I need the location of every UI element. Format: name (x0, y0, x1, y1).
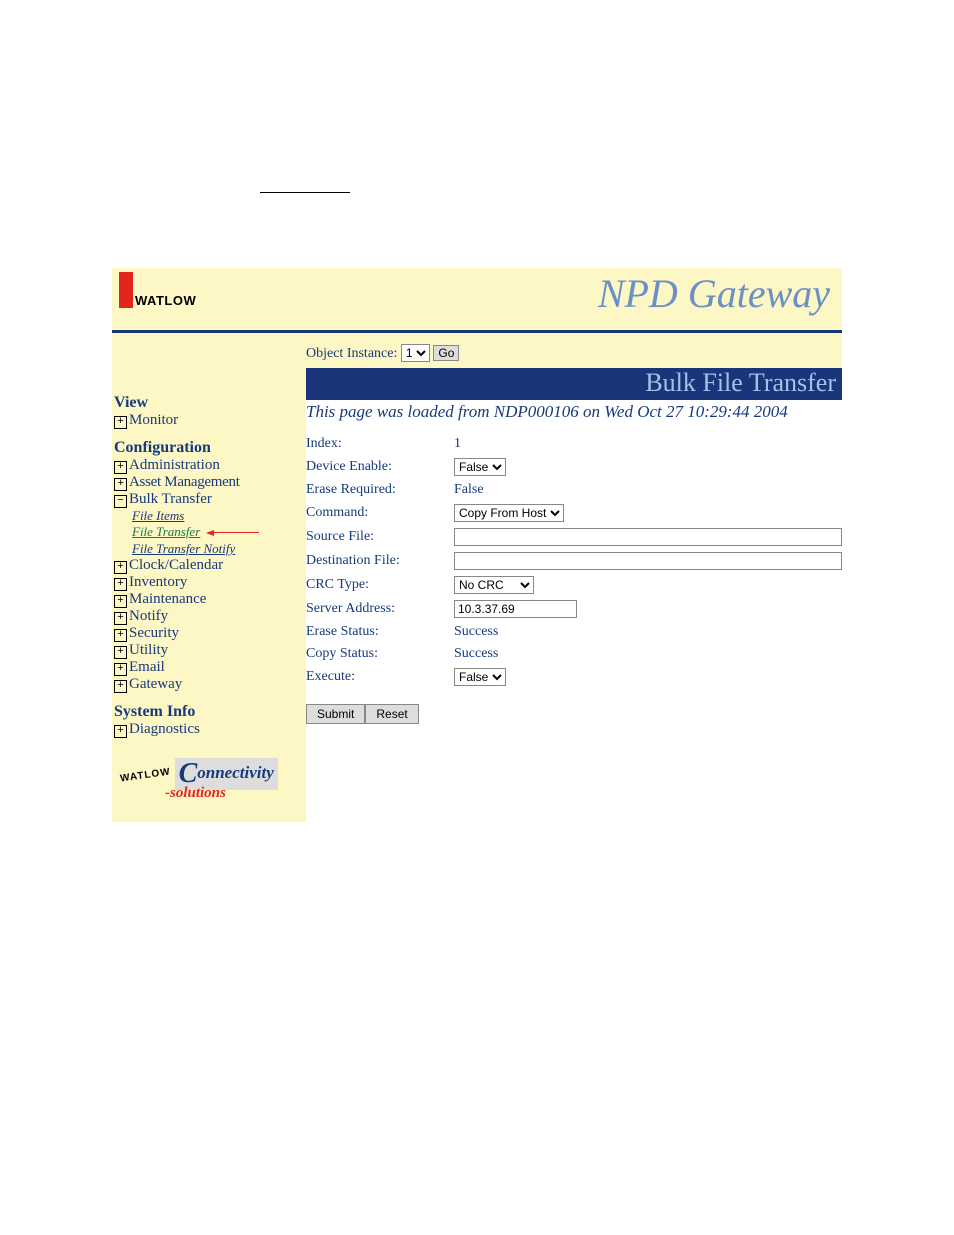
server-address-input[interactable] (454, 600, 577, 618)
sidebar-item-gateway[interactable]: +Gateway (114, 676, 300, 693)
command-label: Command: (306, 505, 454, 521)
loaded-message: This page was loaded from NDP000106 on W… (306, 400, 842, 436)
expand-icon: + (114, 578, 127, 591)
go-button[interactable]: Go (433, 345, 459, 361)
pointer-arrow-icon (206, 524, 259, 541)
object-instance-select[interactable]: 1 (401, 344, 430, 362)
sidebar-item-diagnostics[interactable]: +Diagnostics (114, 721, 300, 738)
expand-icon: + (114, 461, 127, 474)
expand-icon: + (114, 646, 127, 659)
instance-bar: Object Instance: 1 Go (306, 338, 842, 368)
sidebar-item-inventory[interactable]: +Inventory (114, 574, 300, 591)
collapse-icon: − (114, 495, 127, 508)
sidebar-item-monitor[interactable]: +Monitor (114, 412, 300, 429)
source-file-input[interactable] (454, 528, 842, 546)
sidebar-item-bulk-transfer[interactable]: −Bulk Transfer (114, 491, 300, 508)
erase-status-label: Erase Status: (306, 624, 454, 640)
horizontal-rule (260, 192, 350, 193)
main-content: Object Instance: 1 Go Bulk File Transfer… (306, 338, 842, 822)
sidebar-subitem-file-items[interactable]: File Items (132, 508, 300, 524)
expand-icon: + (114, 478, 127, 491)
sidebar-item-asset-management[interactable]: +Asset Management (114, 474, 300, 491)
sidebar-item-label: Bulk Transfer (129, 491, 212, 507)
logo-text-part: onnectivity (197, 763, 273, 782)
sidebar-item-security[interactable]: +Security (114, 625, 300, 642)
sidebar-item-label: Email (129, 659, 165, 675)
object-instance-label: Object Instance: (306, 346, 397, 361)
sidebar-heading-view: View (114, 394, 300, 412)
sidebar-item-label: Security (129, 625, 179, 641)
sidebar-item-label: Asset Management (129, 474, 240, 490)
sidebar-item-notify[interactable]: +Notify (114, 608, 300, 625)
expand-icon: + (114, 416, 127, 429)
header: WATLOW NPD Gateway (112, 268, 842, 338)
sidebar: View +Monitor Configuration +Administrat… (112, 338, 306, 822)
server-address-label: Server Address: (306, 601, 454, 617)
sidebar-subitem-file-transfer[interactable]: File Transfer (132, 524, 200, 539)
crc-type-select[interactable]: No CRC (454, 576, 534, 594)
execute-select[interactable]: False (454, 668, 506, 686)
logo-bar-icon (119, 272, 133, 308)
header-rule (112, 330, 842, 333)
sidebar-subitem-file-transfer-notify[interactable]: File Transfer Notify (132, 541, 300, 557)
destination-file-input[interactable] (454, 552, 842, 570)
expand-icon: + (114, 612, 127, 625)
index-label: Index: (306, 436, 454, 452)
sidebar-item-utility[interactable]: +Utility (114, 642, 300, 659)
sidebar-item-label: Clock/Calendar (129, 557, 223, 573)
form: Index: 1 Device Enable: False Erase Requ… (306, 436, 842, 724)
expand-icon: + (114, 561, 127, 574)
destination-file-label: Destination File: (306, 553, 454, 569)
execute-label: Execute: (306, 669, 454, 685)
app-frame: WATLOW NPD Gateway View +Monitor Configu… (112, 268, 842, 822)
connectivity-solutions-logo: WATLOW Connectivity -solutions (120, 758, 300, 802)
sidebar-item-label: Administration (129, 457, 220, 473)
sidebar-item-email[interactable]: +Email (114, 659, 300, 676)
sidebar-item-label: Notify (129, 608, 168, 624)
erase-required-value: False (454, 482, 484, 498)
sidebar-item-label: Inventory (129, 574, 187, 590)
expand-icon: + (114, 629, 127, 642)
source-file-label: Source File: (306, 529, 454, 545)
sidebar-item-administration[interactable]: +Administration (114, 457, 300, 474)
sidebar-heading-system-info: System Info (114, 703, 300, 721)
copy-status-value: Success (454, 646, 498, 662)
logo-arc-text: WATLOW (119, 767, 171, 785)
command-select[interactable]: Copy From Host (454, 504, 564, 522)
expand-icon: + (114, 595, 127, 608)
sidebar-item-label: Utility (129, 642, 168, 658)
app-title: NPD Gateway (598, 270, 830, 317)
crc-type-label: CRC Type: (306, 577, 454, 593)
sidebar-item-label: Gateway (129, 676, 182, 692)
sidebar-item-maintenance[interactable]: +Maintenance (114, 591, 300, 608)
watlow-logo: WATLOW (119, 272, 196, 308)
device-enable-select[interactable]: False (454, 458, 506, 476)
index-value: 1 (454, 436, 461, 452)
sidebar-item-clock-calendar[interactable]: +Clock/Calendar (114, 557, 300, 574)
logo-text: WATLOW (135, 293, 196, 308)
expand-icon: + (114, 725, 127, 738)
expand-icon: + (114, 680, 127, 693)
submit-button[interactable]: Submit (306, 704, 365, 724)
reset-button[interactable]: Reset (365, 704, 418, 724)
copy-status-label: Copy Status: (306, 646, 454, 662)
sidebar-item-label: Maintenance (129, 591, 206, 607)
sidebar-item-label: Monitor (129, 412, 178, 428)
erase-required-label: Erase Required: (306, 482, 454, 498)
expand-icon: + (114, 663, 127, 676)
erase-status-value: Success (454, 624, 498, 640)
device-enable-label: Device Enable: (306, 459, 454, 475)
sidebar-heading-configuration: Configuration (114, 439, 300, 457)
page-title: Bulk File Transfer (306, 368, 842, 400)
sidebar-item-label: Diagnostics (129, 721, 200, 737)
